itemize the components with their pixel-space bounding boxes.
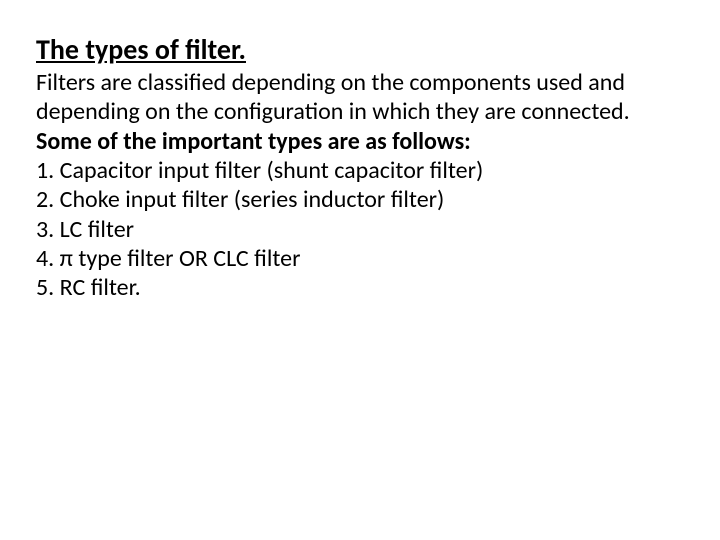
slide-title: The types of filter. <box>36 34 680 66</box>
list-item: 2. Choke input filter (series inductor f… <box>36 185 680 214</box>
subheading: Some of the important types are as follo… <box>36 127 680 156</box>
list-item: 1. Capacitor input filter (shunt capacit… <box>36 156 680 185</box>
list-item: 3. LC filter <box>36 215 680 244</box>
list-item: 4. π type filter OR CLC filter <box>36 244 680 273</box>
slide-body: Filters are classified depending on the … <box>36 68 680 302</box>
slide: The types of filter. Filters are classif… <box>0 0 720 540</box>
intro-text: Filters are classified depending on the … <box>36 68 680 127</box>
list-item: 5. RC filter. <box>36 273 680 302</box>
